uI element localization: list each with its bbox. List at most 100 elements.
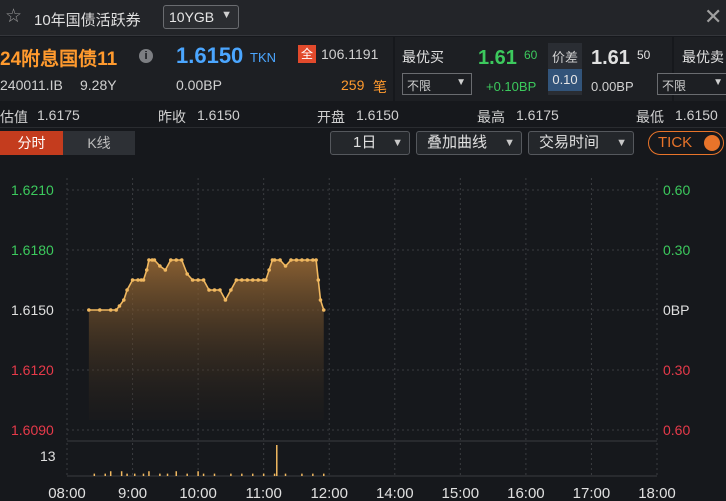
volume-bar [142,473,145,476]
price-point [289,258,293,262]
price-point [190,278,195,282]
volume-bar [273,473,276,476]
x-axis-tick-label: 16:00 [507,485,545,501]
price-point [130,278,135,282]
quote-panel: 24附息国债11 i 240011.IB 9.28Y 1.6150 TKN 0.… [0,37,726,101]
x-axis-tick-label: 9:00 [118,485,147,501]
volume-bar [186,473,188,476]
best-bid-price-tail: 60 [524,48,538,62]
price-point [196,278,200,282]
price-point [267,268,271,272]
y-axis-tick-label-left: 1.6210 [11,182,54,198]
price-point [245,278,250,282]
best-ask-label: 最优卖 [682,49,724,65]
session-select[interactable]: 交易时间 ▼ [528,131,634,155]
divider [393,37,395,101]
bond-select-value: 10YGB [169,9,215,25]
tick-toggle-label: TICK [658,134,693,151]
y-axis-tick-label-right: 0.60 [663,422,690,438]
volume-bar [120,471,123,476]
bid-filter-select[interactable]: 不限 ▼ [402,73,472,95]
volume-bar [159,473,161,476]
price-point [212,288,217,292]
intraday-chart-svg: 1.6210 1.6180 1.6150 1.6120 1.6090 0.60 0.30 0B… [11,178,690,501]
volume-bar [126,473,128,476]
x-axis-tick-label: 18:00 [638,485,676,501]
trade-count-unit: 笔 [373,79,387,95]
price-point [321,308,326,312]
trade-count: 259 [341,77,365,93]
last-price-change: 0.00BP [176,77,222,93]
last-price: 1.6150 [176,43,244,68]
title-bar: ☆ 10年国债活跃券 10YGB ▼ ✕ [0,0,726,36]
window-title: 10年国债活跃券 [34,12,141,29]
price-point [223,298,228,302]
bond-name: 24附息国债11 [0,49,118,70]
volume-bar [230,473,232,476]
close-icon[interactable]: ✕ [704,5,722,29]
tick-toggle[interactable]: TICK [648,131,724,155]
tab-kline[interactable]: K线 [63,131,135,155]
low-label: 最低 [636,109,664,125]
price-point [147,258,151,262]
price-point [117,304,122,308]
volume-bar [312,473,314,476]
spread-label: 价差 [552,50,579,65]
price-point [272,258,277,262]
stats-row: 估值 1.6175 昨收 1.6150 开盘 1.6150 最高 1.6175 … [0,102,726,128]
best-ask-price: 1.61 [591,47,630,69]
overlay-curve-select-value: 叠加曲线 [427,134,488,151]
volume-bar [241,473,243,476]
chevron-down-icon: ▼ [504,137,515,149]
ask-filter-select[interactable]: 不限 ▼ [657,73,726,95]
y-axis-tick-label-left: 1.6120 [11,362,54,378]
y-axis-tick-label-right: 0.60 [663,182,690,198]
tab-intraday[interactable]: 分时 [0,131,63,155]
y-axis-tick-label-right: 0BP [663,302,689,318]
info-icon[interactable]: i [139,49,153,63]
x-axis-tick-label: 10:00 [179,485,217,501]
period-select[interactable]: 1日 ▼ [330,131,410,155]
price-point [318,298,323,302]
volume-bar [93,473,96,476]
intraday-chart[interactable]: 1.6210 1.6180 1.6150 1.6120 1.6090 0.60 0.30 0B… [0,158,726,501]
x-axis-tick-label: 14:00 [376,485,414,501]
prev-close-label: 昨收 [158,109,186,125]
session-select-value: 交易时间 [539,134,600,151]
y-axis-tick-label-left: 1.6150 [11,302,54,318]
price-point [174,258,179,262]
volume-bar [323,473,325,476]
bid-filter-value: 不限 [407,79,432,93]
volume-bar [148,471,150,476]
price-point [240,278,244,282]
price-point [229,288,233,292]
price-point [316,278,321,282]
price-point [300,258,304,262]
price-point [234,278,239,282]
chart-toolbar: 分时 K线 1日 ▼ 叠加曲线 ▼ 交易时间 ▼ TICK [0,129,726,157]
high-label: 最高 [477,109,505,125]
price-point [283,264,288,268]
toggle-knob [704,135,720,151]
volume-bar [301,473,303,476]
bond-code: 240011.IB [0,77,63,93]
bond-select[interactable]: 10YGB ▼ [163,5,239,29]
best-ask-price-tail: 50 [637,48,651,62]
price-point [207,288,211,292]
x-axis-tick-label: 12:00 [310,485,348,501]
full-price: 106.1191 [321,46,379,62]
valuation-value: 1.6175 [37,107,80,123]
prev-close-value: 1.6150 [197,107,240,123]
star-icon[interactable]: ☆ [5,7,22,27]
price-point [218,288,222,292]
open-label: 开盘 [317,109,345,125]
spread-value: 0.10 [548,69,582,91]
overlay-curve-select[interactable]: 叠加曲线 ▼ [416,131,522,155]
chevron-down-icon: ▼ [713,77,723,88]
x-axis-tick-label: 11:00 [245,485,281,501]
low-value: 1.6150 [675,107,718,123]
volume-bar [213,473,216,476]
volume-bar [133,473,136,476]
price-point [136,278,140,282]
last-price-source: TKN [250,50,276,65]
